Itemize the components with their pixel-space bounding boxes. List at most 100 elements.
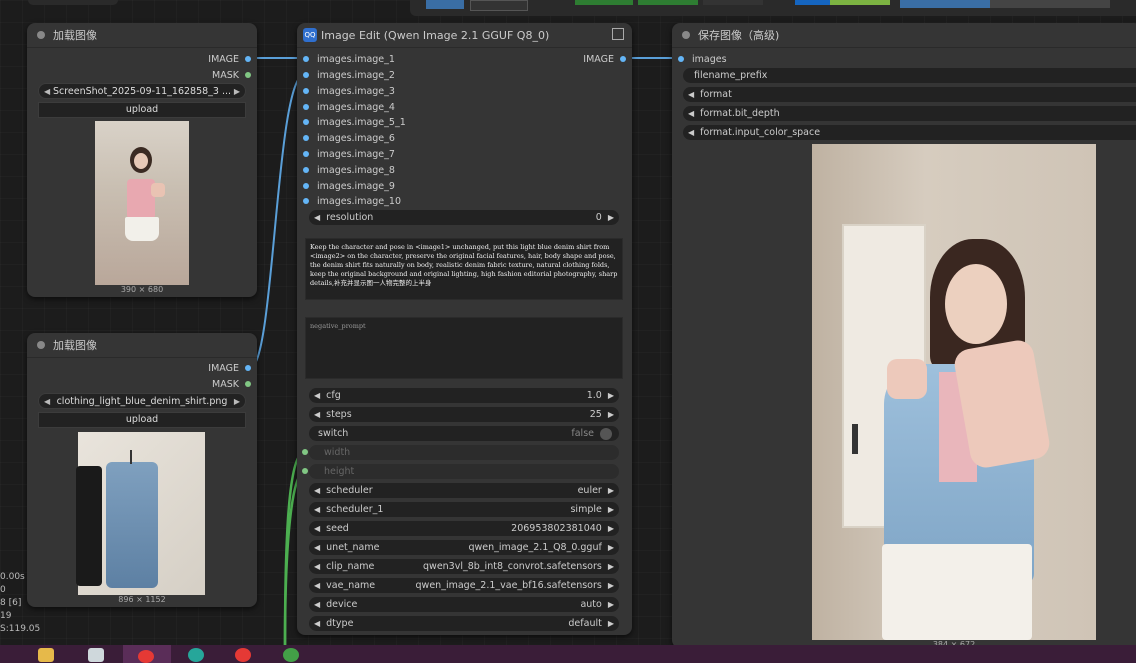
image-socket-icon[interactable] <box>245 365 251 371</box>
output-image[interactable]: IMAGE <box>208 52 251 66</box>
width-socket-icon[interactable] <box>302 449 308 455</box>
bit-depth-combo[interactable]: ◀ format.bit_depth <box>683 106 1136 121</box>
node-header[interactable]: 保存图像（高级) <box>672 23 1136 48</box>
input-image-3[interactable]: images.image_3 <box>303 84 395 98</box>
input-image-9[interactable]: images.image_9 <box>303 179 395 193</box>
image-file-combo[interactable]: ◀ ScreenShot_2025-09-11_162858_3 ... ▶ <box>38 83 246 99</box>
output-preview-image <box>812 144 1096 640</box>
app-icon[interactable] <box>188 648 204 662</box>
image-socket-icon[interactable] <box>620 56 626 62</box>
arrow-right-icon[interactable]: ▶ <box>608 600 614 609</box>
arrow-right-icon[interactable]: ▶ <box>608 543 614 552</box>
input-image-2[interactable]: images.image_2 <box>303 68 395 82</box>
arrow-right-icon[interactable]: ▶ <box>608 410 614 419</box>
notepad-icon[interactable] <box>88 648 104 662</box>
image-file-combo[interactable]: ◀ clothing_light_blue_denim_shirt.png ▶ <box>38 393 246 409</box>
load-image-node-1[interactable]: 加载图像 IMAGE MASK ◀ ScreenShot_2025-09-11_1… <box>27 23 257 297</box>
arrow-right-icon[interactable]: ▶ <box>608 619 614 628</box>
upload-button[interactable]: upload <box>38 102 246 118</box>
arrow-right-icon[interactable]: ▶ <box>608 581 614 590</box>
seed-widget[interactable]: ◀ seed 206953802381040 ▶ <box>309 521 619 536</box>
image-socket-icon[interactable] <box>303 183 309 189</box>
expand-icon[interactable] <box>612 28 624 40</box>
arrow-right-icon[interactable]: ▶ <box>608 391 614 400</box>
folder-icon[interactable] <box>38 648 54 662</box>
filename-prefix-field[interactable]: filename_prefix <box>683 68 1136 83</box>
gpu-meter <box>575 0 633 5</box>
collapse-dot-icon[interactable] <box>682 31 690 39</box>
format-combo[interactable]: ◀ format <box>683 87 1136 102</box>
cfg-widget[interactable]: ◀ cfg 1.0 ▶ <box>309 388 619 403</box>
input-image-1[interactable]: images.image_1 <box>303 52 395 66</box>
input-images[interactable]: images <box>678 52 727 66</box>
image-socket-icon[interactable] <box>245 56 251 62</box>
input-image-4[interactable]: images.image_4 <box>303 100 395 114</box>
unet-name-widget[interactable]: ◀ unet_name qwen_image_2.1_Q8_0.gguf ▶ <box>309 540 619 555</box>
switch-toggle[interactable]: switch false <box>309 426 619 441</box>
save-image-node[interactable]: 保存图像（高级) images filename_prefix ◀ format … <box>672 23 1136 649</box>
image-edit-node[interactable]: QQ Image Edit (Qwen Image 2.1 GGUF Q8_0)… <box>297 23 632 635</box>
image-socket-icon[interactable] <box>303 56 309 62</box>
output-mask[interactable]: MASK <box>212 68 251 82</box>
height-socket-icon[interactable] <box>302 468 308 474</box>
color-space-combo[interactable]: ◀ format.input_color_space <box>683 125 1136 140</box>
node-header[interactable]: QQ Image Edit (Qwen Image 2.1 GGUF Q8_0) <box>297 23 632 48</box>
arrow-right-icon[interactable]: ▶ <box>234 397 240 406</box>
top-toolbar <box>410 0 1136 16</box>
queue-button[interactable] <box>426 0 464 9</box>
resolution-widget[interactable]: ◀ resolution 0 ▶ <box>309 210 619 225</box>
progress-bar <box>900 0 1110 8</box>
arrow-right-icon[interactable]: ▶ <box>234 87 240 96</box>
negative-prompt-textarea[interactable]: negative_prompt <box>305 317 623 379</box>
image-socket-icon[interactable] <box>678 56 684 62</box>
arrow-right-icon[interactable]: ▶ <box>608 562 614 571</box>
image-socket-icon[interactable] <box>303 88 309 94</box>
input-image-7[interactable]: images.image_7 <box>303 147 395 161</box>
node-badge-icon: QQ <box>303 28 317 42</box>
collapse-dot-icon[interactable] <box>37 31 45 39</box>
node-title: 保存图像（高级) <box>698 29 780 42</box>
taskbar <box>0 645 1136 663</box>
arrow-right-icon[interactable]: ▶ <box>608 524 614 533</box>
input-image-6[interactable]: images.image_6 <box>303 131 395 145</box>
collapse-dot-icon[interactable] <box>37 341 45 349</box>
browser-icon[interactable] <box>235 648 251 662</box>
stat-b: 8 [6] <box>0 598 22 608</box>
arrow-right-icon[interactable]: ▶ <box>608 213 614 222</box>
node-header[interactable]: 加载图像 <box>27 23 257 48</box>
output-image[interactable]: IMAGE <box>208 361 251 375</box>
toolbar-toggle[interactable] <box>470 0 528 11</box>
mask-socket-icon[interactable] <box>245 381 251 387</box>
image-socket-icon[interactable] <box>303 119 309 125</box>
scheduler-1-widget[interactable]: ◀ scheduler_1 simple ▶ <box>309 502 619 517</box>
output-image[interactable]: IMAGE <box>583 52 626 66</box>
vae-name-widget[interactable]: ◀ vae_name qwen_image_2.1_vae_bf16.safeten… <box>309 578 619 593</box>
node-title: Image Edit (Qwen Image 2.1 GGUF Q8_0) <box>321 28 550 42</box>
image-socket-icon[interactable] <box>303 72 309 78</box>
arrow-right-icon[interactable]: ▶ <box>608 486 614 495</box>
upload-button[interactable]: upload <box>38 412 246 428</box>
prompt-textarea[interactable]: Keep the character and pose in <image1> … <box>305 238 623 300</box>
image-socket-icon[interactable] <box>303 167 309 173</box>
node-header[interactable]: 加载图像 <box>27 333 257 358</box>
steps-widget[interactable]: ◀ steps 25 ▶ <box>309 407 619 422</box>
load-image-node-2[interactable]: 加载图像 IMAGE MASK ◀ clothing_light_blue_den… <box>27 333 257 607</box>
image-socket-icon[interactable] <box>303 135 309 141</box>
image-socket-icon[interactable] <box>303 151 309 157</box>
image-socket-icon[interactable] <box>303 104 309 110</box>
output-mask[interactable]: MASK <box>212 377 251 391</box>
image-socket-icon[interactable] <box>303 198 309 204</box>
clip-name-widget[interactable]: ◀ clip_name qwen3vl_8b_int8_convrot.safete… <box>309 559 619 574</box>
arrow-right-icon[interactable]: ▶ <box>608 505 614 514</box>
wechat-icon[interactable] <box>283 648 299 662</box>
dtype-widget[interactable]: ◀ dtype default ▶ <box>309 616 619 631</box>
gpu2-meter <box>703 0 763 5</box>
input-image-10[interactable]: images.image_10 <box>303 194 401 208</box>
vram-meter <box>638 0 698 5</box>
scheduler-widget[interactable]: ◀ scheduler euler ▶ <box>309 483 619 498</box>
toggle-knob-icon[interactable] <box>600 427 612 440</box>
device-widget[interactable]: ◀ device auto ▶ <box>309 597 619 612</box>
input-image-8[interactable]: images.image_8 <box>303 163 395 177</box>
mask-socket-icon[interactable] <box>245 72 251 78</box>
input-image-5[interactable]: images.image_5_1 <box>303 115 406 129</box>
